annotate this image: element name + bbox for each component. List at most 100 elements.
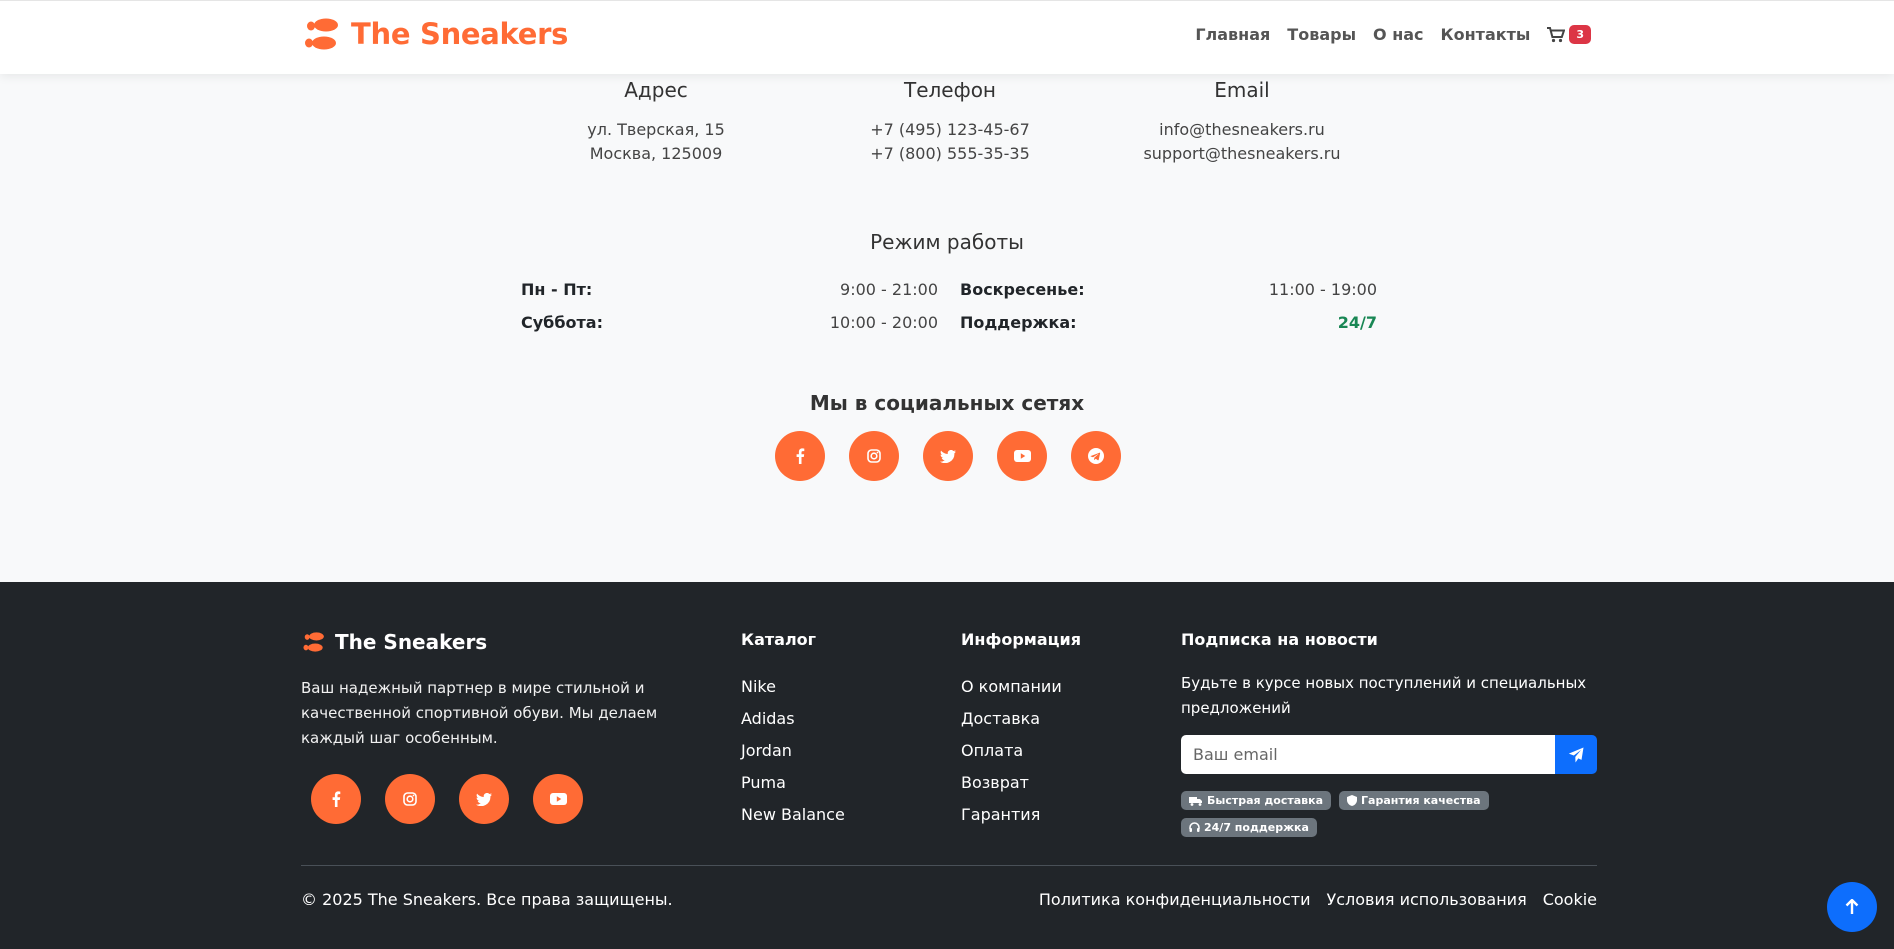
hours-table: Пн - Пт: 9:00 - 21:00 Воскресенье: 11:00… bbox=[521, 280, 1377, 332]
youtube-button[interactable] bbox=[997, 431, 1047, 481]
footer-link-new-balance[interactable]: New Balance bbox=[741, 799, 845, 831]
feature-badge-label: Гарантия качества bbox=[1361, 794, 1481, 807]
footer-description: Ваш надежный партнер в мире стильной и к… bbox=[301, 679, 658, 747]
instagram-icon bbox=[867, 449, 881, 463]
nav-home[interactable]: Главная bbox=[1195, 25, 1270, 44]
newsletter-title: Подписка на новости bbox=[1181, 630, 1378, 649]
shield-icon bbox=[1347, 795, 1358, 806]
main-nav: Главная Товары О нас Контакты 3 bbox=[1195, 25, 1591, 44]
cart-count-badge: 3 bbox=[1569, 25, 1591, 44]
phone-title: Телефон bbox=[903, 78, 997, 102]
instagram-icon bbox=[403, 792, 417, 806]
footer-brand[interactable]: The Sneakers bbox=[301, 630, 487, 654]
feature-badge: Гарантия качества bbox=[1339, 791, 1489, 810]
facebook-icon bbox=[796, 448, 805, 464]
footer-link-adidas[interactable]: Adidas bbox=[741, 703, 845, 735]
footprints-icon bbox=[305, 18, 338, 50]
newsletter-submit-button[interactable] bbox=[1555, 735, 1597, 774]
site-header: The Sneakers Главная Товары О нас Контак… bbox=[0, 0, 1894, 74]
brand-name: The Sneakers bbox=[351, 17, 569, 51]
hours-day: Суббота: bbox=[521, 313, 603, 332]
youtube-icon bbox=[1013, 450, 1031, 462]
hours-row: Пн - Пт: 9:00 - 21:00 bbox=[521, 280, 938, 299]
footer-link-company[interactable]: О компании bbox=[961, 671, 1081, 703]
hours-row: Воскресенье: 11:00 - 19:00 bbox=[960, 280, 1377, 299]
headset-icon bbox=[1189, 822, 1200, 832]
phone-number[interactable]: +7 (495) 123-45-67 bbox=[800, 118, 1100, 142]
email-address[interactable]: info@thesneakers.ru bbox=[1092, 118, 1392, 142]
newsletter-form bbox=[1181, 735, 1597, 774]
telegram-button[interactable] bbox=[1071, 431, 1121, 481]
feature-badges: Быстрая доставка Гарантия качества 24/7 … bbox=[1181, 791, 1511, 837]
legal-links: Политика конфиденциальности Условия испо… bbox=[1039, 890, 1597, 909]
social-title: Мы в социальных сетях bbox=[809, 391, 1085, 415]
arrow-up-icon bbox=[1845, 899, 1859, 914]
phone-number[interactable]: +7 (800) 555-35-35 bbox=[800, 142, 1100, 166]
scroll-to-top-button[interactable] bbox=[1827, 882, 1877, 932]
hours-title: Режим работы bbox=[870, 230, 1024, 254]
instagram-button[interactable] bbox=[849, 431, 899, 481]
footer-youtube-button[interactable] bbox=[533, 774, 583, 824]
footer-link-payment[interactable]: Оплата bbox=[961, 735, 1081, 767]
footer-link-delivery[interactable]: Доставка bbox=[961, 703, 1081, 735]
footer-catalog-title: Каталог bbox=[741, 630, 817, 649]
cart-button[interactable]: 3 bbox=[1547, 25, 1591, 44]
phone-block: Телефон +7 (495) 123-45-67 +7 (800) 555-… bbox=[800, 78, 1100, 166]
telegram-icon bbox=[1088, 448, 1104, 464]
hours-day: Пн - Пт: bbox=[521, 280, 593, 299]
newsletter-email-input[interactable] bbox=[1181, 735, 1555, 774]
hours-time: 9:00 - 21:00 bbox=[840, 280, 938, 299]
footer-divider bbox=[301, 865, 1597, 866]
footer-brand-name: The Sneakers bbox=[335, 630, 488, 654]
footer-link-puma[interactable]: Puma bbox=[741, 767, 845, 799]
footer-instagram-button[interactable] bbox=[385, 774, 435, 824]
footer-link-warranty[interactable]: Гарантия bbox=[961, 799, 1081, 831]
address-block: Адрес ул. Тверская, 15 Москва, 125009 bbox=[506, 78, 806, 166]
newsletter-text: Будьте в курсе новых поступлений и специ… bbox=[1181, 674, 1587, 717]
address-line: ул. Тверская, 15 bbox=[587, 120, 725, 139]
footer-link-nike[interactable]: Nike bbox=[741, 671, 845, 703]
terms-link[interactable]: Условия использования bbox=[1326, 890, 1526, 909]
footer-twitter-button[interactable] bbox=[459, 774, 509, 824]
address-title: Адрес bbox=[624, 78, 688, 102]
social-links bbox=[775, 431, 1121, 481]
nav-contacts[interactable]: Контакты bbox=[1441, 25, 1531, 44]
hours-time: 10:00 - 20:00 bbox=[829, 313, 938, 332]
privacy-policy-link[interactable]: Политика конфиденциальности bbox=[1039, 890, 1311, 909]
youtube-icon bbox=[549, 793, 567, 805]
cookie-link[interactable]: Cookie bbox=[1543, 890, 1597, 909]
hours-day: Поддержка: bbox=[960, 313, 1077, 332]
footer-facebook-button[interactable] bbox=[311, 774, 361, 824]
email-title: Email bbox=[1214, 78, 1270, 102]
email-block: Email info@thesneakers.ru support@thesne… bbox=[1092, 78, 1392, 166]
footer-catalog: Каталог Nike Adidas Jordan Puma New Bala… bbox=[741, 630, 845, 831]
footer-link-returns[interactable]: Возврат bbox=[961, 767, 1081, 799]
truck-icon bbox=[1189, 796, 1202, 806]
support-hours: 24/7 bbox=[1337, 313, 1377, 332]
feature-badge: Быстрая доставка bbox=[1181, 791, 1332, 810]
footer-link-jordan[interactable]: Jordan bbox=[741, 735, 845, 767]
twitter-button[interactable] bbox=[923, 431, 973, 481]
feature-badge-label: 24/7 поддержка bbox=[1204, 821, 1309, 834]
email-address[interactable]: support@thesneakers.ru bbox=[1092, 142, 1392, 166]
facebook-button[interactable] bbox=[775, 431, 825, 481]
footer-social-links bbox=[311, 774, 583, 824]
hours-day: Воскресенье: bbox=[960, 280, 1085, 299]
footer-info-title: Информация bbox=[961, 630, 1081, 649]
site-footer: The Sneakers Ваш надежный партнер в мире… bbox=[0, 582, 1894, 949]
twitter-icon bbox=[940, 449, 956, 463]
twitter-icon bbox=[476, 792, 492, 806]
hours-time: 11:00 - 19:00 bbox=[1268, 280, 1377, 299]
footer-info: Информация О компании Доставка Оплата Во… bbox=[961, 630, 1081, 831]
nav-products[interactable]: Товары bbox=[1287, 25, 1356, 44]
footprints-icon bbox=[303, 632, 324, 652]
copyright: © 2025 The Sneakers. Все права защищены. bbox=[301, 890, 673, 909]
newsletter: Подписка на новости Будьте в курсе новых… bbox=[1181, 630, 1597, 837]
facebook-icon bbox=[332, 791, 341, 807]
feature-badge-label: Быстрая доставка bbox=[1207, 794, 1324, 807]
hours-row: Суббота: 10:00 - 20:00 bbox=[521, 313, 938, 332]
brand-logo[interactable]: The Sneakers bbox=[301, 17, 568, 51]
address-line: Москва, 125009 bbox=[589, 144, 723, 163]
nav-about[interactable]: О нас bbox=[1373, 25, 1424, 44]
feature-badge: 24/7 поддержка bbox=[1181, 818, 1317, 837]
